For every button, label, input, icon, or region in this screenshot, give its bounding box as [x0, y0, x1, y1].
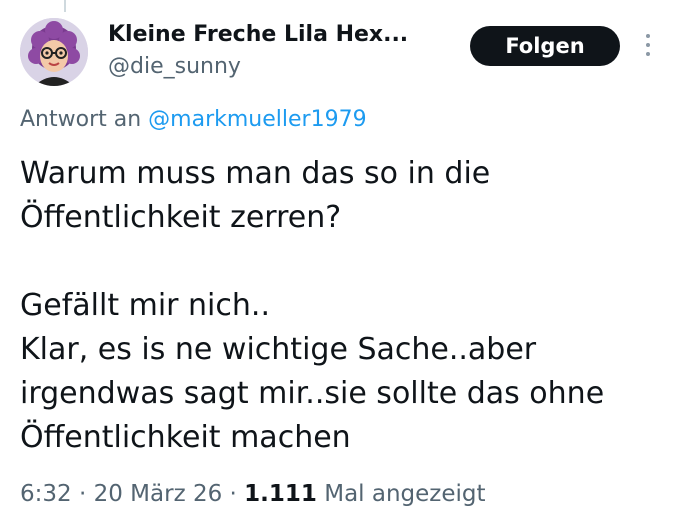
user-handle[interactable]: @die_sunny [108, 52, 241, 82]
tweet-line: irgendwas sagt mir..sie sollte das ohne [20, 376, 605, 411]
timestamp-time[interactable]: 6:32 [20, 481, 72, 507]
paragraph-break [20, 240, 670, 284]
more-options-icon[interactable] [638, 34, 658, 60]
tweet-view: Kleine Freche Lila Hex... @die_sunny Fol… [0, 0, 680, 530]
thread-connector-line [64, 0, 66, 12]
tweet-line: Öffentlichkeit machen [20, 420, 351, 455]
tweet-meta: 6:32 · 20 März 26 · 1.111 Mal angezeigt [20, 477, 486, 511]
avatar-icon [20, 18, 88, 86]
meta-separator: · [229, 481, 237, 507]
views-label: Mal angezeigt [324, 481, 486, 507]
timestamp-date[interactable]: 20 März 26 [94, 481, 223, 507]
tweet-line: Gefällt mir nich.. [20, 288, 270, 323]
tweet-line: Öffentlichkeit zerren? [20, 200, 342, 235]
tweet-text: Warum muss man das so in die Öffentlichk… [20, 152, 670, 460]
tweet-line: Klar, es is ne wichtige Sache..aber [20, 332, 537, 367]
meta-separator: · [78, 481, 87, 507]
follow-button[interactable]: Folgen [470, 26, 620, 66]
reply-context: Antwort an @markmueller1979 [20, 104, 367, 136]
tweet-line: Warum muss man das so in die [20, 156, 491, 191]
reply-mention-link[interactable]: @markmueller1979 [148, 107, 366, 132]
avatar[interactable] [20, 18, 88, 86]
views-count: 1.111 [244, 481, 317, 507]
display-name[interactable]: Kleine Freche Lila Hex... [108, 20, 408, 50]
reply-prefix: Antwort an [20, 107, 142, 132]
